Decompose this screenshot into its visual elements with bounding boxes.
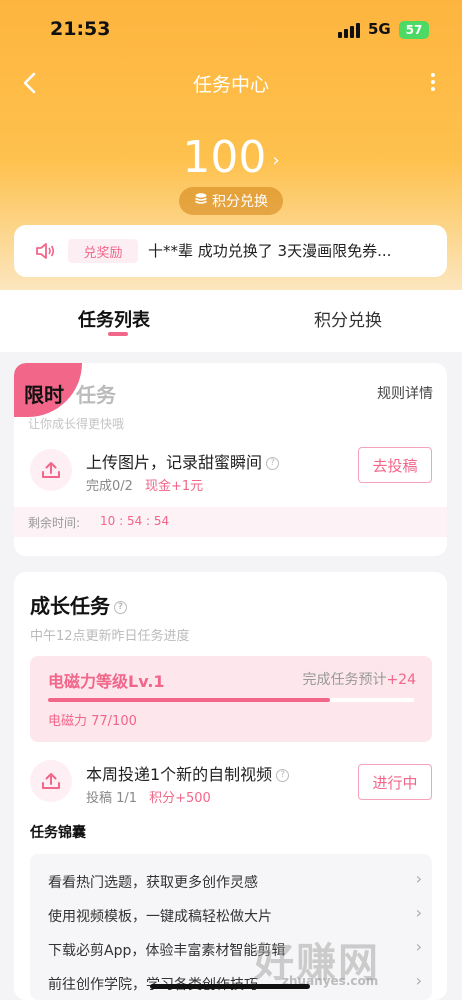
chevron-right-icon: › (415, 869, 422, 888)
chevron-right-icon: › (415, 971, 422, 990)
level-hint: 完成任务预计+24 (302, 669, 416, 689)
limited-badge: 限时 (24, 383, 64, 407)
status-bar: 21:53 5G 57 (0, 0, 462, 60)
limited-card-subtitle: 让你成长得更快哦 (28, 417, 125, 431)
status-time: 21:53 (50, 18, 111, 40)
countdown-label: 剩余时间: (28, 516, 81, 530)
tab-points-exchange[interactable]: 积分兑换 (314, 306, 382, 331)
tips-title: 任务锦囊 (30, 825, 86, 841)
page-title: 任务中心 (192, 74, 269, 96)
in-progress-button[interactable]: 进行中 (358, 764, 432, 800)
points-value: 100 (182, 132, 267, 183)
level-name: 电磁力等级Lv.1 (48, 672, 165, 691)
battery-icon: 57 (399, 21, 429, 39)
growth-task-meta: 投稿 1/1 积分+500 (86, 787, 211, 806)
level-hint-text: 完成任务预计 (302, 672, 387, 688)
points-exchange-button[interactable]: 积分兑换 (179, 187, 283, 215)
help-icon[interactable]: ? (266, 457, 280, 470)
speaker-icon (34, 240, 56, 266)
reward-marquee[interactable]: 兑奖励 十**辈 成功兑换了 3天漫画限免券... (14, 225, 447, 277)
tips-item[interactable]: 下载必剪App，体验丰富素材智能剪辑 (48, 940, 285, 960)
marquee-text: 十**辈 成功兑换了 3天漫画限免券... (148, 242, 392, 260)
limited-task-card: 限时 任务 让你成长得更快哦 规则详情 上传图片，记录甜蜜瞬间? 完成0/2 现金… (14, 363, 447, 556)
limited-task-progress: 完成0/2 (86, 479, 133, 494)
submit-button[interactable]: 去投稿 (358, 447, 432, 483)
level-hint-value: +24 (386, 672, 416, 688)
rules-link[interactable]: 规则详情 (377, 383, 433, 403)
level-value: 电磁力 77/100 (48, 714, 137, 729)
limited-task-reward: 现金+1元 (144, 479, 204, 494)
home-indicator[interactable] (150, 984, 310, 989)
growth-task-title-text: 本周投递1个新的自制视频 (86, 765, 273, 784)
more-menu-icon[interactable] (426, 70, 440, 96)
limited-task-meta: 完成0/2 现金+1元 (86, 475, 203, 494)
growth-card-subtitle: 中午12点更新昨日任务进度 (30, 629, 190, 644)
growth-task-reward: 积分+500 (149, 791, 211, 806)
countdown-value: 10 : 54 : 54 (100, 514, 170, 528)
chevron-right-icon: › (415, 903, 422, 922)
level-panel: 电磁力等级Lv.1 完成任务预计+24 电磁力 77/100 (30, 656, 432, 742)
upload-icon (30, 449, 72, 491)
points-balance[interactable]: 100 › (0, 132, 462, 183)
limited-task-title: 上传图片，记录甜蜜瞬间? (86, 449, 280, 473)
growth-task-title: 本周投递1个新的自制视频? (86, 761, 290, 785)
limited-task-title-text: 上传图片，记录甜蜜瞬间 (86, 453, 263, 472)
tab-bar: 任务列表 积分兑换 (0, 290, 462, 352)
reward-tag: 兑奖励 (68, 239, 138, 263)
help-icon[interactable]: ? (276, 769, 290, 782)
level-progress-track (48, 698, 414, 702)
tips-item[interactable]: 使用视频模板，一键成稿轻松做大片 (48, 906, 272, 926)
limited-card-title: 任务 (76, 383, 116, 407)
chevron-right-icon: › (415, 937, 422, 956)
exchange-label: 积分兑换 (212, 194, 268, 210)
countdown-bar: 剩余时间: 10 : 54 : 54 (14, 507, 447, 537)
growth-task-card: 成长任务? 中午12点更新昨日任务进度 电磁力等级Lv.1 完成任务预计+24 … (14, 572, 447, 1000)
growth-task-progress: 投稿 1/1 (86, 791, 138, 806)
growth-card-title: 成长任务? (30, 590, 127, 619)
growth-card-title-text: 成长任务 (30, 594, 110, 618)
coin-stack-icon (194, 192, 208, 210)
tab-task-list[interactable]: 任务列表 (78, 306, 150, 332)
level-progress-fill (48, 698, 330, 702)
network-label: 5G (368, 20, 391, 38)
active-tab-indicator (108, 332, 128, 336)
chevron-right-icon: › (272, 149, 280, 171)
tips-item[interactable]: 看看热门选题，获取更多创作灵感 (48, 872, 258, 892)
upload-icon (30, 760, 72, 802)
signal-icon (338, 23, 360, 38)
help-icon[interactable]: ? (114, 601, 127, 614)
